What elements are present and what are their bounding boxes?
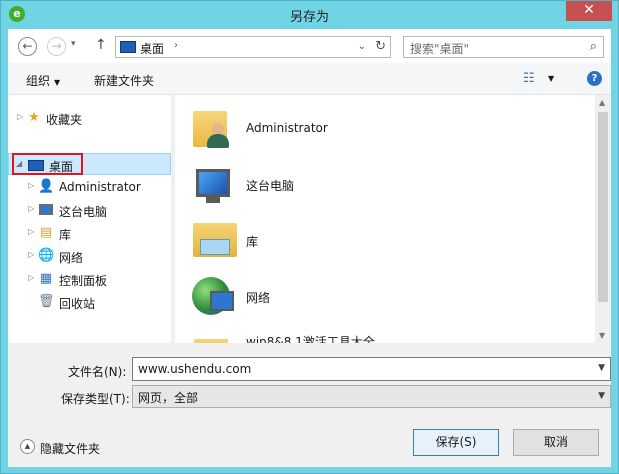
dialog-client: ← → ▾ ↑ 桌面 › ⌄ ↻ 搜索"桌面" ⌕ 组织▼ 新建文件夹 ☷ ▼ <box>8 29 611 467</box>
list-item-label: 这台电脑 <box>246 179 295 193</box>
tree-item-this-pc[interactable]: ▷ 这台电脑 <box>8 199 171 221</box>
list-item-activation-tools[interactable]: win8&8.1激活工具大全 <box>190 321 600 343</box>
filename-value: www.ushendu.com <box>138 362 252 376</box>
filetype-select[interactable]: 网页，全部 ▼ <box>132 385 611 408</box>
computer-icon <box>196 169 230 197</box>
person-icon <box>206 123 230 149</box>
recycle-bin-icon: 🗑 <box>38 294 55 309</box>
red-highlight-box <box>12 153 83 175</box>
user-folder-icon: 👤 <box>38 179 55 194</box>
save-as-dialog: e 另存为 ✕ ← → ▾ ↑ 桌面 › ⌄ ↻ 搜索"桌面" ⌕ 组织 ▼ 新… <box>0 0 619 474</box>
file-list: Administrator 这台电脑 库 网络 win8&8.1激活工具大全 ▲… <box>175 95 611 343</box>
person-body <box>207 134 229 148</box>
tree-item-label: Administrator <box>59 180 141 194</box>
new-folder-button[interactable]: 新建文件夹 <box>94 72 154 89</box>
filename-dropdown-icon[interactable]: ▼ <box>598 363 605 373</box>
scroll-down-icon[interactable]: ▼ <box>599 331 605 340</box>
list-item-this-pc[interactable]: 这台电脑 <box>190 161 600 211</box>
address-bar[interactable]: 桌面 › ⌄ ↻ <box>115 36 391 58</box>
expand-icon[interactable]: ▷ <box>28 227 34 236</box>
tree-item-label: 网络 <box>59 251 84 265</box>
control-panel-icon: ▦ <box>39 271 53 286</box>
forward-button[interactable]: → <box>47 37 66 56</box>
navigation-bar: ← → ▾ ↑ 桌面 › ⌄ ↻ 搜索"桌面" ⌕ <box>8 29 611 63</box>
tree-item-label: 库 <box>59 228 72 242</box>
filename-label: 文件名(N): <box>68 365 127 379</box>
list-item-libraries[interactable]: 库 <box>190 217 600 267</box>
computer-icon <box>39 204 53 215</box>
refresh-icon[interactable]: ↻ <box>375 39 386 54</box>
vertical-scrollbar[interactable]: ▲ ▼ <box>595 95 611 343</box>
tree-item-recycle-bin[interactable]: 🗑 回收站 <box>8 291 171 313</box>
filetype-dropdown-icon[interactable]: ▼ <box>598 391 605 401</box>
search-box[interactable]: 搜索"桌面" ⌕ <box>403 36 604 58</box>
network-monitor <box>210 291 234 311</box>
view-options-icon[interactable]: ☷ <box>523 71 535 86</box>
organize-arrow-icon: ▼ <box>54 78 61 87</box>
organize-label: 组织 <box>26 74 51 88</box>
address-chevron-icon[interactable]: › <box>174 40 178 51</box>
library-screen <box>200 239 230 255</box>
filetype-value: 网页，全部 <box>138 391 199 405</box>
expand-icon[interactable]: ▷ <box>28 204 34 213</box>
tree-item-favorites[interactable]: ▷ ★ 收藏夹 <box>8 107 171 129</box>
library-icon: ▤ <box>39 225 53 240</box>
list-item-label: Administrator <box>246 121 328 135</box>
desktop-icon <box>120 41 136 53</box>
recent-locations-dropdown[interactable]: ▾ <box>71 39 76 49</box>
star-icon: ★ <box>28 110 40 125</box>
expand-icon[interactable]: ▷ <box>28 181 34 190</box>
navigation-pane: ▷ ★ 收藏夹 ◢ 桌面 ▷ 👤 Administrator ▷ 这台电脑 ▷ … <box>8 95 171 343</box>
tree-item-libraries[interactable]: ▷ ▤ 库 <box>8 222 171 244</box>
tree-item-label: 控制面板 <box>59 274 108 288</box>
close-button[interactable]: ✕ <box>566 1 612 21</box>
organize-button[interactable]: 组织 ▼ <box>26 72 60 89</box>
scroll-thumb[interactable] <box>598 112 608 302</box>
save-button[interactable]: 保存(S) <box>413 429 499 456</box>
tree-item-label: 收藏夹 <box>46 113 83 127</box>
hide-folders-label: 隐藏文件夹 <box>40 442 101 456</box>
tree-item-network[interactable]: ▷ 🌐 网络 <box>8 245 171 267</box>
back-button[interactable]: ← <box>18 37 37 56</box>
expand-icon[interactable]: ▷ <box>28 250 34 259</box>
tree-item-administrator[interactable]: ▷ 👤 Administrator <box>8 176 171 198</box>
list-item-label: win8&8.1激活工具大全 <box>246 335 375 343</box>
dialog-title: 另存为 <box>289 10 329 25</box>
search-placeholder: 搜索"桌面" <box>410 42 470 56</box>
monitor-stand <box>206 197 220 203</box>
list-item-network[interactable]: 网络 <box>190 273 600 323</box>
search-icon[interactable]: ⌕ <box>590 39 597 54</box>
filetype-label: 保存类型(T): <box>61 392 130 406</box>
tree-item-control-panel[interactable]: ▷ ▦ 控制面板 <box>8 268 171 290</box>
expand-icon[interactable]: ▷ <box>28 273 34 282</box>
command-toolbar: 组织 ▼ 新建文件夹 ☷ ▼ ? <box>8 63 611 95</box>
cancel-button[interactable]: 取消 <box>513 429 599 456</box>
up-button[interactable]: ↑ <box>95 37 107 53</box>
network-icon: 🌐 <box>38 248 55 263</box>
filename-input[interactable]: www.ushendu.com ▼ <box>132 357 611 381</box>
list-item-administrator[interactable]: Administrator <box>190 105 600 155</box>
view-dropdown-icon[interactable]: ▼ <box>548 74 554 83</box>
address-dropdown-icon[interactable]: ⌄ <box>358 41 366 52</box>
tree-item-label: 这台电脑 <box>59 205 108 219</box>
help-icon[interactable]: ? <box>587 71 602 86</box>
tree-item-label: 回收站 <box>59 297 96 311</box>
list-item-label: 网络 <box>246 291 271 305</box>
address-text: 桌面 <box>140 42 165 56</box>
title-bar: e 另存为 ✕ <box>1 1 618 28</box>
folder-icon <box>194 339 228 343</box>
chevron-up-icon: ▲ <box>20 439 35 454</box>
expand-icon[interactable]: ▷ <box>17 112 23 121</box>
scroll-up-icon[interactable]: ▲ <box>599 98 605 107</box>
list-item-label: 库 <box>246 235 259 249</box>
